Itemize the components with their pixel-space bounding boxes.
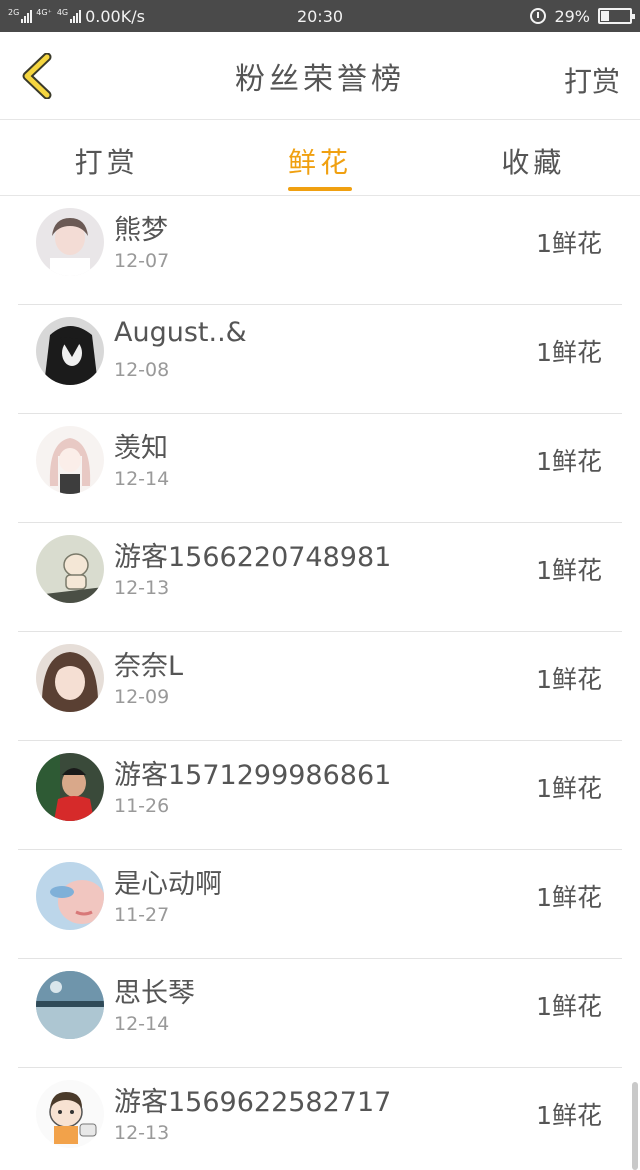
gift-count: 1鲜花 bbox=[536, 338, 602, 367]
list-item[interactable]: 思长琴 12-14 1鲜花 bbox=[18, 959, 622, 1068]
signal-icon: 2G bbox=[8, 8, 33, 23]
fan-name: 熊梦 bbox=[114, 215, 168, 246]
tab-label: 打赏 bbox=[74, 146, 139, 179]
tab-favorites[interactable]: 收藏 bbox=[427, 121, 640, 195]
network-4g-label: 4G bbox=[56, 8, 69, 17]
gift-count: 1鲜花 bbox=[536, 556, 602, 585]
active-tab-indicator bbox=[287, 187, 352, 191]
tab-bar: 打赏 鲜花 收藏 bbox=[0, 121, 640, 196]
gift-count: 1鲜花 bbox=[536, 665, 602, 694]
list-item[interactable]: 游客1569622582717 12-13 1鲜花 bbox=[18, 1068, 622, 1170]
fan-date: 12-13 bbox=[114, 1122, 170, 1144]
girl-photo-avatar[interactable] bbox=[36, 644, 104, 712]
gift-count: 1鲜花 bbox=[536, 774, 602, 803]
page-title: 粉丝荣誉榜 bbox=[235, 61, 405, 97]
fan-name: 游客1566220748981 bbox=[114, 542, 392, 573]
fan-date: 11-26 bbox=[114, 795, 170, 817]
network-4g-plus-label: 4G⁺ bbox=[36, 8, 52, 17]
fan-name: 羡知 bbox=[114, 433, 168, 464]
nav-bar: 粉丝荣誉榜 打赏 bbox=[0, 32, 640, 120]
cartoon-boy-avatar[interactable] bbox=[36, 1080, 104, 1148]
fan-date: 11-27 bbox=[114, 904, 170, 926]
status-right: 29% bbox=[530, 6, 635, 26]
fan-date: 12-14 bbox=[114, 1013, 170, 1035]
list-item[interactable]: 羡知 12-14 1鲜花 bbox=[18, 414, 622, 523]
fan-name: 思长琴 bbox=[114, 978, 195, 1009]
fan-list: 熊梦 12-07 1鲜花 August..& 12-08 1鲜花 羡知 12-14 1鲜花 游客1… bbox=[18, 196, 622, 1170]
anime-dark-avatar[interactable] bbox=[36, 317, 104, 385]
network-speed: 0.00K/s bbox=[85, 6, 145, 26]
fan-name: August..& bbox=[114, 317, 247, 348]
tab-flowers[interactable]: 鲜花 bbox=[213, 121, 426, 195]
gift-count: 1鲜花 bbox=[536, 447, 602, 476]
battery-fill bbox=[601, 11, 609, 21]
fan-name: 游客1569622582717 bbox=[114, 1087, 392, 1118]
list-item[interactable]: 游客1571299986861 11-26 1鲜花 bbox=[18, 741, 622, 850]
fan-date: 12-13 bbox=[114, 577, 170, 599]
fan-date: 12-14 bbox=[114, 468, 170, 490]
battery-icon bbox=[598, 8, 635, 24]
gift-count: 1鲜花 bbox=[536, 992, 602, 1021]
cartoon-baby-avatar[interactable] bbox=[36, 535, 104, 603]
list-item[interactable]: 奈奈L 12-09 1鲜花 bbox=[18, 632, 622, 741]
battery-percent: 29% bbox=[554, 6, 590, 26]
gift-count: 1鲜花 bbox=[536, 229, 602, 258]
gift-count: 1鲜花 bbox=[536, 1101, 602, 1130]
network-2g-label: 2G bbox=[8, 8, 20, 17]
list-item[interactable]: 是心动啊 11-27 1鲜花 bbox=[18, 850, 622, 959]
lake-landscape-avatar[interactable] bbox=[36, 971, 104, 1039]
list-item[interactable]: 熊梦 12-07 1鲜花 bbox=[18, 196, 622, 305]
status-left: 2G 4G⁺ 4G 0.00K/s bbox=[8, 7, 145, 26]
blue-face-avatar[interactable] bbox=[36, 862, 104, 930]
fan-name: 是心动啊 bbox=[114, 869, 222, 900]
fan-date: 12-07 bbox=[114, 250, 170, 272]
tab-reward[interactable]: 打赏 bbox=[0, 121, 213, 195]
boy-red-shirt-avatar[interactable] bbox=[36, 753, 104, 821]
tab-label: 鲜花 bbox=[287, 146, 352, 179]
fan-name: 奈奈L bbox=[114, 651, 184, 682]
anime-girl-avatar[interactable] bbox=[36, 426, 104, 494]
fan-name: 游客1571299986861 bbox=[114, 760, 392, 791]
fan-date: 12-09 bbox=[114, 686, 170, 708]
alarm-icon bbox=[530, 8, 547, 24]
tab-label: 收藏 bbox=[501, 146, 566, 179]
list-item[interactable]: August..& 12-08 1鲜花 bbox=[18, 305, 622, 414]
list-item[interactable]: 游客1566220748981 12-13 1鲜花 bbox=[18, 523, 622, 632]
gift-count: 1鲜花 bbox=[536, 883, 602, 912]
signal-icon: 4G⁺ bbox=[36, 9, 53, 23]
fan-date: 12-08 bbox=[114, 359, 170, 381]
chevron-left-icon bbox=[22, 53, 52, 99]
signal-icon: 4G bbox=[56, 8, 82, 23]
reward-button[interactable]: 打赏 bbox=[564, 60, 620, 100]
back-button[interactable] bbox=[12, 52, 60, 100]
girl-portrait-avatar[interactable] bbox=[36, 208, 104, 276]
scrollbar[interactable] bbox=[632, 1082, 638, 1170]
status-bar: 2G 4G⁺ 4G 0.00K/s 20:30 29% bbox=[0, 0, 640, 32]
